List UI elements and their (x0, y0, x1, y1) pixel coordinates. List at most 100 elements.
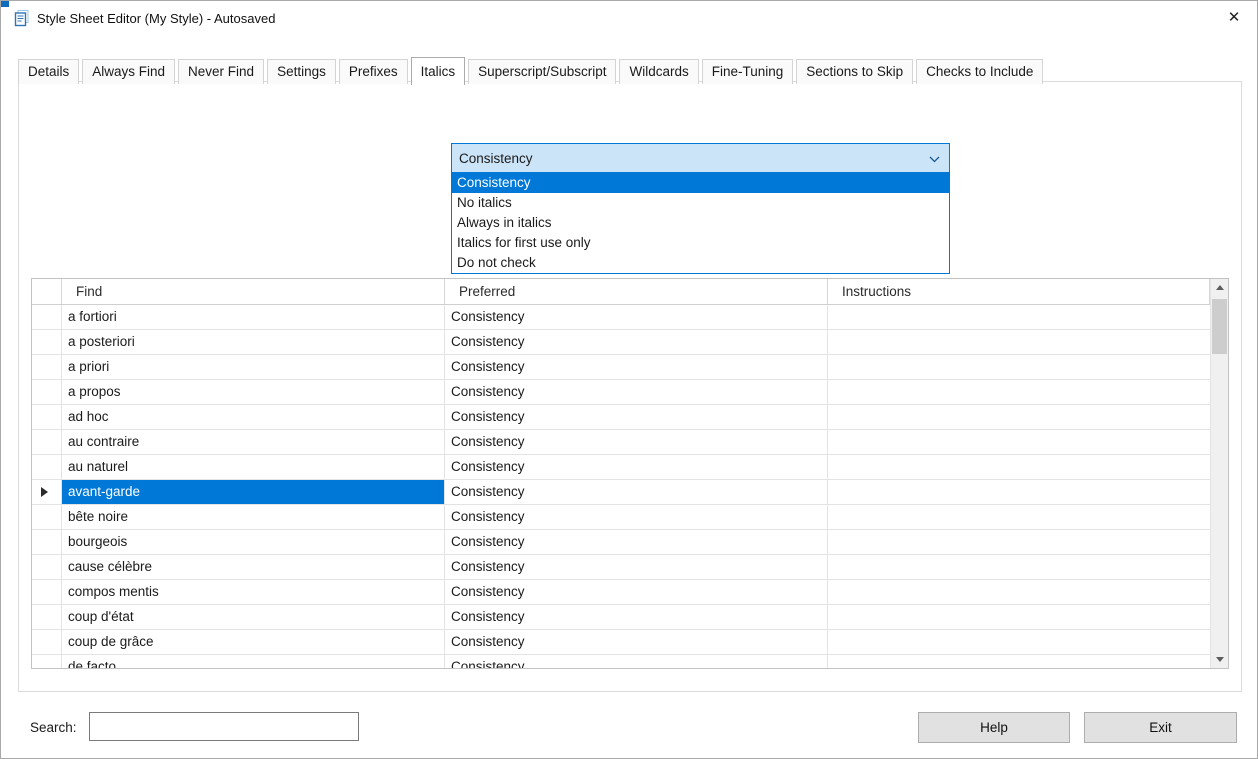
dropdown-option[interactable]: Consistency (452, 173, 949, 193)
find-cell[interactable]: bête noire (62, 505, 445, 529)
preferred-cell[interactable]: Consistency (445, 380, 828, 404)
find-cell[interactable]: avant-garde (62, 480, 445, 504)
preferred-cell[interactable]: Consistency (445, 655, 828, 668)
dropdown-option[interactable]: Always in italics (452, 213, 949, 233)
find-cell[interactable]: ad hoc (62, 405, 445, 429)
table-row[interactable]: coup de grâce Consistency (32, 630, 1210, 655)
preferred-cell[interactable]: Consistency (445, 455, 828, 479)
dropdown-option[interactable]: No italics (452, 193, 949, 213)
row-header-cell[interactable] (32, 505, 62, 529)
tab[interactable]: Prefixes (339, 59, 408, 84)
instructions-cell[interactable] (828, 480, 1210, 504)
find-cell[interactable]: a fortiori (62, 305, 445, 329)
find-cell[interactable]: compos mentis (62, 580, 445, 604)
instructions-cell[interactable] (828, 655, 1210, 668)
tab[interactable]: Never Find (178, 59, 264, 84)
column-header-find[interactable]: Find (62, 279, 445, 304)
find-cell[interactable]: coup de grâce (62, 630, 445, 654)
preferred-cell[interactable]: Consistency (445, 605, 828, 629)
table-row[interactable]: ad hoc Consistency (32, 405, 1210, 430)
tab[interactable]: Details (18, 59, 79, 84)
find-cell[interactable]: cause célèbre (62, 555, 445, 579)
instructions-cell[interactable] (828, 305, 1210, 329)
row-header-cell[interactable] (32, 355, 62, 379)
instructions-cell[interactable] (828, 455, 1210, 479)
tab[interactable]: Italics (411, 57, 466, 85)
preferred-cell[interactable]: Consistency (445, 305, 828, 329)
search-input[interactable] (89, 712, 359, 741)
table-row[interactable]: bête noire Consistency (32, 505, 1210, 530)
table-row[interactable]: de facto Consistency (32, 655, 1210, 668)
find-cell[interactable]: au naturel (62, 455, 445, 479)
instructions-cell[interactable] (828, 430, 1210, 454)
dropdown-option[interactable]: Italics for first use only (452, 233, 949, 253)
preferred-cell[interactable]: Consistency (445, 330, 828, 354)
instructions-cell[interactable] (828, 530, 1210, 554)
row-header-cell[interactable] (32, 480, 62, 504)
help-button[interactable]: Help (918, 712, 1070, 743)
row-header-cell[interactable] (32, 580, 62, 604)
tab[interactable]: Superscript/Subscript (468, 59, 616, 84)
preferred-cell[interactable]: Consistency (445, 430, 828, 454)
phrase-behavior-dropdown[interactable]: Consistency (451, 143, 950, 173)
row-header-cell[interactable] (32, 430, 62, 454)
row-header-cell[interactable] (32, 530, 62, 554)
tab[interactable]: Wildcards (619, 59, 698, 84)
table-row[interactable]: bourgeois Consistency (32, 530, 1210, 555)
table-row[interactable]: au naturel Consistency (32, 455, 1210, 480)
preferred-cell[interactable]: Consistency (445, 530, 828, 554)
preferred-cell[interactable]: Consistency (445, 555, 828, 579)
column-header-preferred[interactable]: Preferred (445, 279, 828, 304)
scroll-down-button[interactable] (1211, 651, 1228, 668)
preferred-cell[interactable]: Consistency (445, 480, 828, 504)
tab[interactable]: Fine-Tuning (702, 59, 794, 84)
instructions-cell[interactable] (828, 355, 1210, 379)
instructions-cell[interactable] (828, 380, 1210, 404)
tab[interactable]: Sections to Skip (796, 59, 913, 84)
row-header-cell[interactable] (32, 330, 62, 354)
tab[interactable]: Settings (267, 59, 336, 84)
tab[interactable]: Checks to Include (916, 59, 1043, 84)
row-header-cell[interactable] (32, 305, 62, 329)
instructions-cell[interactable] (828, 330, 1210, 354)
instructions-cell[interactable] (828, 580, 1210, 604)
table-row[interactable]: a posteriori Consistency (32, 330, 1210, 355)
instructions-cell[interactable] (828, 630, 1210, 654)
table-row[interactable]: a priori Consistency (32, 355, 1210, 380)
scrollbar-thumb[interactable] (1212, 299, 1227, 354)
row-header-cell[interactable] (32, 380, 62, 404)
row-header-cell[interactable] (32, 605, 62, 629)
table-row[interactable]: compos mentis Consistency (32, 580, 1210, 605)
row-header-cell[interactable] (32, 655, 62, 668)
row-header-cell[interactable] (32, 630, 62, 654)
scroll-up-button[interactable] (1211, 279, 1228, 296)
find-cell[interactable]: bourgeois (62, 530, 445, 554)
preferred-cell[interactable]: Consistency (445, 505, 828, 529)
table-row[interactable]: a propos Consistency (32, 380, 1210, 405)
instructions-cell[interactable] (828, 555, 1210, 579)
instructions-cell[interactable] (828, 405, 1210, 429)
find-cell[interactable]: coup d'état (62, 605, 445, 629)
exit-button[interactable]: Exit (1084, 712, 1237, 743)
column-header-instructions[interactable]: Instructions (828, 279, 1210, 304)
vertical-scrollbar[interactable] (1210, 279, 1228, 668)
tab[interactable]: Always Find (82, 59, 175, 84)
row-header-cell[interactable] (32, 555, 62, 579)
find-cell[interactable]: a posteriori (62, 330, 445, 354)
dropdown-option[interactable]: Do not check (452, 253, 949, 273)
close-button[interactable]: ✕ (1211, 1, 1257, 33)
row-header-cell[interactable] (32, 405, 62, 429)
preferred-cell[interactable]: Consistency (445, 630, 828, 654)
table-row[interactable]: a fortiori Consistency (32, 305, 1210, 330)
preferred-cell[interactable]: Consistency (445, 355, 828, 379)
table-row[interactable]: coup d'état Consistency (32, 605, 1210, 630)
instructions-cell[interactable] (828, 505, 1210, 529)
instructions-cell[interactable] (828, 605, 1210, 629)
find-cell[interactable]: au contraire (62, 430, 445, 454)
table-row[interactable]: avant-garde Consistency (32, 480, 1210, 505)
row-header-cell[interactable] (32, 455, 62, 479)
table-row[interactable]: cause célèbre Consistency (32, 555, 1210, 580)
find-cell[interactable]: a priori (62, 355, 445, 379)
preferred-cell[interactable]: Consistency (445, 405, 828, 429)
find-cell[interactable]: de facto (62, 655, 445, 668)
